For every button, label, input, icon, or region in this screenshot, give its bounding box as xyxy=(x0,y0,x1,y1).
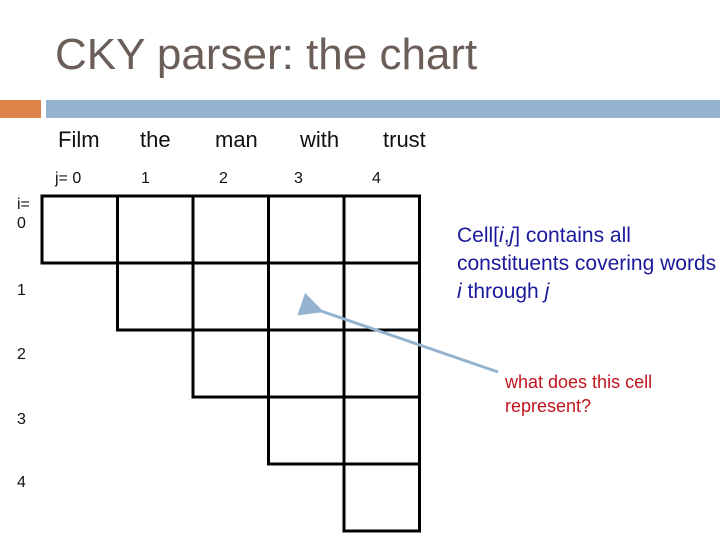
chart-cell-1-2 xyxy=(191,261,270,332)
chart-cell-2-3 xyxy=(267,328,346,399)
def-through: through xyxy=(461,280,545,303)
chart-cell-1-1 xyxy=(116,261,195,332)
chart-cell-4-4 xyxy=(342,462,421,533)
def-prefix: Cell[ xyxy=(457,224,500,247)
chart-cell-1-3 xyxy=(267,261,346,332)
chart-cell-3-3 xyxy=(267,395,346,466)
cell-definition-text: Cell[i,j] contains all constituents cove… xyxy=(457,222,717,306)
chart-cell-2-2 xyxy=(191,328,270,399)
chart-cell-0-3 xyxy=(267,194,346,265)
chart-cell-1-4 xyxy=(342,261,421,332)
question-text: what does this cell represent? xyxy=(505,372,653,416)
chart-cell-0-0 xyxy=(40,194,119,265)
chart-cell-3-4 xyxy=(342,395,421,466)
def-j2: j xyxy=(544,280,550,303)
chart-cell-0-4 xyxy=(342,194,421,265)
chart-cell-0-2 xyxy=(191,194,270,265)
pointer-arrow xyxy=(297,292,499,374)
chart-cell-0-1 xyxy=(116,194,195,265)
